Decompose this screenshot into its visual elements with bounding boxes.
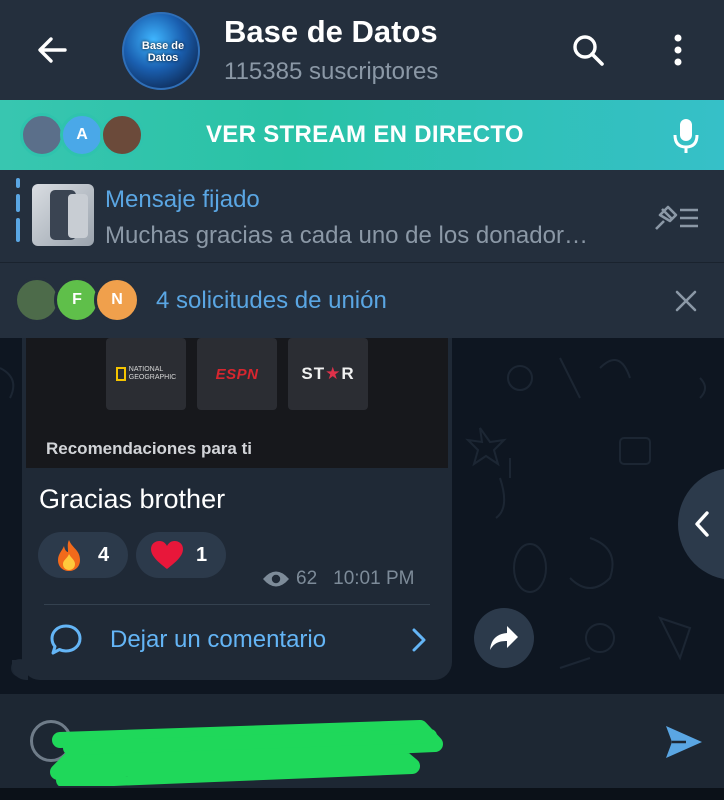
view-count: 62 bbox=[296, 568, 318, 589]
star-logo-mid: ★ bbox=[325, 364, 342, 383]
comment-icon bbox=[50, 624, 82, 655]
dismiss-join-requests-button[interactable] bbox=[664, 281, 708, 321]
fire-icon bbox=[52, 538, 86, 572]
send-icon bbox=[666, 726, 702, 758]
pinned-indicator bbox=[16, 178, 20, 188]
leave-comment-button[interactable]: Dejar un comentario bbox=[22, 606, 452, 672]
microphone-icon bbox=[673, 119, 699, 153]
pinned-thumbnail bbox=[32, 184, 94, 246]
live-participant-avatar: A bbox=[60, 113, 104, 157]
chat-header: Base de Datos Base de Datos 115385 suscr… bbox=[0, 0, 724, 100]
reaction-fire[interactable]: 4 bbox=[38, 532, 128, 578]
media-tile-espn: ESPN bbox=[197, 338, 277, 410]
channel-title[interactable]: Base de Datos bbox=[224, 14, 438, 50]
message-meta: 62 10:01 PM bbox=[262, 568, 414, 590]
more-vertical-icon bbox=[674, 34, 682, 66]
natgeo-line-2: GEOGRAPHIC bbox=[128, 374, 177, 381]
star-logo-left: ST bbox=[301, 364, 326, 383]
leave-comment-label: Dejar un comentario bbox=[110, 626, 327, 653]
comment-divider bbox=[44, 604, 430, 605]
eye-icon bbox=[263, 571, 289, 587]
reaction-count: 1 bbox=[196, 543, 208, 566]
message-bubble[interactable]: NATIONAL GEOGRAPHIC ESPN ST★R Recomendac… bbox=[22, 338, 452, 680]
system-nav-strip bbox=[0, 788, 724, 800]
message-composer bbox=[0, 694, 724, 788]
espn-logo: ESPN bbox=[215, 365, 259, 383]
pinned-text: Muchas gracias a cada uno de los donador… bbox=[105, 222, 588, 249]
more-options-button[interactable] bbox=[656, 28, 700, 72]
pinned-list-icon bbox=[655, 205, 698, 230]
media-caption: Recomendaciones para ti bbox=[46, 439, 252, 458]
pinned-title: Mensaje fijado bbox=[105, 186, 260, 213]
join-requests-bar[interactable]: F N 4 solicitudes de unión bbox=[0, 262, 724, 338]
star-logo-right: R bbox=[341, 364, 355, 383]
microphone-button[interactable] bbox=[664, 114, 708, 158]
chevron-left-icon bbox=[695, 511, 709, 537]
heart-icon bbox=[150, 538, 184, 572]
pinned-thumbnail-phone bbox=[68, 194, 88, 238]
close-icon bbox=[675, 290, 697, 312]
media-tile-star: ST★R bbox=[288, 338, 368, 410]
natgeo-yellow-box bbox=[115, 367, 126, 381]
channel-avatar-logo: Base de Datos bbox=[141, 40, 185, 64]
live-participant-avatar bbox=[20, 113, 64, 157]
message-media[interactable]: NATIONAL GEOGRAPHIC ESPN ST★R Recomendac… bbox=[26, 338, 448, 468]
natgeo-logo: NATIONAL GEOGRAPHIC bbox=[115, 366, 176, 382]
chevron-right-icon bbox=[412, 628, 426, 652]
live-stream-label[interactable]: VER STREAM EN DIRECTO bbox=[206, 121, 524, 149]
star-logo: ST★R bbox=[301, 364, 354, 384]
media-tile-natgeo: NATIONAL GEOGRAPHIC bbox=[106, 338, 186, 410]
share-icon bbox=[490, 626, 518, 650]
chat-area[interactable]: NATIONAL GEOGRAPHIC ESPN ST★R Recomendac… bbox=[0, 338, 724, 694]
send-button[interactable] bbox=[660, 718, 708, 766]
back-arrow-icon bbox=[38, 37, 67, 63]
channel-avatar[interactable]: Base de Datos bbox=[122, 12, 200, 90]
reaction-heart[interactable]: 1 bbox=[136, 532, 226, 578]
pinned-indicator bbox=[16, 218, 20, 242]
pinned-indicator bbox=[16, 194, 20, 212]
live-stream-banner[interactable]: A VER STREAM EN DIRECTO bbox=[0, 100, 724, 170]
requester-avatar: N bbox=[94, 277, 140, 323]
share-button[interactable] bbox=[474, 608, 534, 668]
redaction-scribble bbox=[50, 720, 443, 786]
message-text: Gracias brother bbox=[39, 484, 226, 514]
pinned-message-bar[interactable]: Mensaje fijado Muchas gracias a cada uno… bbox=[0, 170, 724, 262]
natgeo-line-1: NATIONAL bbox=[128, 366, 164, 373]
subscriber-count: 115385 suscriptores bbox=[224, 58, 439, 85]
pinned-list-button[interactable] bbox=[650, 198, 702, 238]
join-requests-label[interactable]: 4 solicitudes de unión bbox=[156, 287, 387, 315]
live-participant-avatar bbox=[100, 113, 144, 157]
search-icon bbox=[573, 35, 604, 66]
natgeo-text: NATIONAL GEOGRAPHIC bbox=[129, 366, 176, 382]
back-button[interactable] bbox=[30, 28, 74, 72]
reaction-count: 4 bbox=[98, 543, 110, 566]
message-time: 10:01 PM bbox=[333, 568, 415, 589]
search-button[interactable] bbox=[566, 28, 610, 72]
